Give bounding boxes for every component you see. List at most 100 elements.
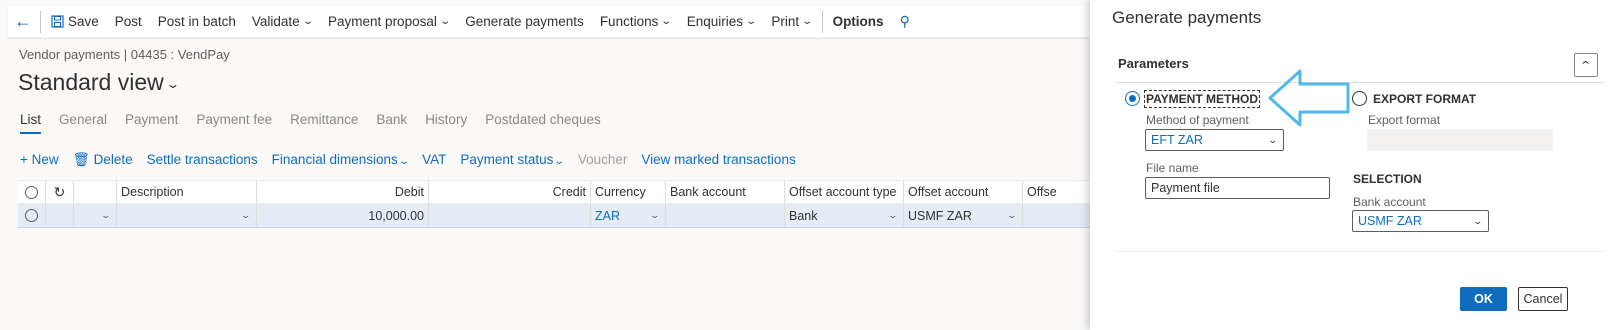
ok-button[interactable]: OK — [1460, 287, 1507, 311]
plus-icon: + — [20, 152, 28, 167]
tab-list[interactable]: List — [20, 112, 42, 134]
currency-value: ZAR — [595, 208, 620, 223]
cell-debit[interactable]: 10,000.00 — [257, 204, 429, 227]
cell-currency[interactable]: ZAR ⌄ — [591, 204, 666, 227]
row-select-checkbox[interactable] — [18, 204, 46, 227]
post-in-batch-button[interactable]: Post in batch — [150, 14, 244, 29]
tab-payment-fee[interactable]: Payment fee — [196, 112, 272, 134]
method-of-payment-dropdown[interactable]: EFT ZAR ⌄ — [1145, 129, 1284, 151]
view-selector[interactable]: Standard view ⌄ — [18, 69, 180, 96]
export-format-label[interactable]: EXPORT FORMAT — [1373, 92, 1476, 106]
circle-icon — [25, 209, 38, 222]
header-offset-account-type[interactable]: Offset account type — [785, 181, 904, 203]
cell-credit[interactable] — [429, 204, 591, 227]
chevron-down-icon: ⌄ — [398, 156, 410, 167]
header-debit[interactable]: Debit — [257, 181, 429, 203]
parameters-divider — [1115, 82, 1605, 83]
select-all-checkbox[interactable] — [18, 181, 46, 203]
file-name-label: File name — [1146, 161, 1199, 175]
file-name-value: Payment file — [1151, 181, 1220, 195]
cell-offset-account[interactable]: USMF ZAR ⌄ — [904, 204, 1023, 227]
export-format-field — [1367, 129, 1553, 151]
payment-status-label: Payment status — [460, 152, 554, 167]
chevron-down-icon: ⌄ — [439, 16, 451, 27]
financial-dimensions-menu[interactable]: Financial dimensions⌄ — [271, 152, 410, 168]
header-description[interactable]: Description — [117, 181, 257, 203]
header-blank — [74, 181, 117, 203]
tab-postdated-cheques[interactable]: Postdated cheques — [485, 112, 601, 134]
new-button[interactable]: + New — [20, 152, 59, 168]
print-label: Print — [771, 14, 800, 29]
payment-proposal-menu[interactable]: Payment proposal ⌄ — [320, 14, 457, 29]
chevron-down-icon: ⌄ — [649, 210, 661, 220]
header-offset-account[interactable]: Offset account — [904, 181, 1023, 203]
financial-dimensions-label: Financial dimensions — [271, 152, 398, 167]
view-marked-transactions-button[interactable]: View marked transactions — [641, 152, 795, 168]
chevron-down-icon: ⌄ — [660, 16, 673, 27]
row-dropdown-cell[interactable]: ⌄ — [74, 204, 117, 227]
payment-status-menu[interactable]: Payment status⌄ — [460, 152, 566, 168]
offset-account-type-value: Bank — [789, 208, 818, 223]
tab-strip: List General Payment Payment fee Remitta… — [20, 112, 601, 134]
breadcrumb[interactable]: Vendor payments | 04435 : VendPay — [19, 47, 230, 62]
arrow-left-icon[interactable]: ← — [8, 11, 38, 32]
tab-bank[interactable]: Bank — [376, 112, 407, 134]
chevron-down-icon: ⌄ — [553, 156, 566, 167]
validate-menu[interactable]: Validate ⌄ — [244, 14, 320, 29]
save-icon — [51, 15, 64, 28]
vat-button[interactable]: VAT — [422, 152, 446, 168]
tab-general[interactable]: General — [59, 112, 107, 134]
chevron-down-icon: ⌄ — [301, 16, 314, 27]
generate-payments-button[interactable]: Generate payments — [457, 14, 592, 29]
functions-menu[interactable]: Functions ⌄ — [592, 14, 679, 29]
post-button[interactable]: Post — [107, 14, 150, 29]
header-credit[interactable]: Credit — [429, 181, 591, 203]
validate-label: Validate — [251, 14, 300, 29]
delete-button[interactable]: 🗑 Delete — [73, 152, 133, 168]
header-offset-truncated[interactable]: Offse — [1023, 181, 1090, 203]
cell-bank-account[interactable] — [666, 204, 785, 227]
enquiries-menu[interactable]: Enquiries ⌄ — [679, 14, 764, 29]
trash-icon: 🗑 — [72, 152, 90, 167]
bank-account-value: USMF ZAR — [1358, 214, 1422, 228]
chevron-down-icon: ⌄ — [745, 16, 758, 27]
chevron-down-icon: ⌄ — [100, 210, 112, 220]
chevron-down-icon: ⌄ — [1472, 215, 1484, 226]
collapse-button[interactable]: ⌃ — [1574, 53, 1598, 77]
payment-method-label[interactable]: PAYMENT METHOD — [1143, 90, 1261, 108]
header-bank-account[interactable]: Bank account — [666, 181, 785, 203]
save-button[interactable]: Save — [43, 14, 107, 29]
toolbar-divider — [40, 10, 41, 33]
table-row[interactable]: ⌄ ⌄ 10,000.00 ZAR ⌄ Bank ⌄ USMF ZAR ⌄ — [18, 204, 1090, 228]
bank-account-dropdown[interactable]: USMF ZAR ⌄ — [1352, 210, 1489, 232]
tab-remittance[interactable]: Remittance — [290, 112, 358, 134]
cell-description[interactable]: ⌄ — [117, 204, 257, 227]
tab-history[interactable]: History — [425, 112, 467, 134]
refresh-icon[interactable]: ↻ — [46, 181, 74, 203]
export-format-radio[interactable] — [1352, 91, 1367, 106]
cell-offset-account-type[interactable]: Bank ⌄ — [785, 204, 904, 227]
main-app: ← Save Post Post in batch Validate ⌄ Paym… — [0, 0, 1090, 330]
toolbar-divider — [821, 10, 823, 33]
parameters-heading[interactable]: Parameters — [1118, 56, 1189, 71]
dialog-title: Generate payments — [1112, 8, 1262, 27]
cancel-button[interactable]: Cancel — [1518, 287, 1568, 311]
options-tab[interactable]: Options — [825, 14, 892, 29]
print-menu[interactable]: Print ⌄ — [763, 14, 819, 29]
row-indicator — [46, 204, 74, 227]
settle-transactions-button[interactable]: Settle transactions — [147, 152, 258, 168]
selection-heading: SELECTION — [1353, 172, 1422, 186]
offset-account-value: USMF ZAR — [908, 208, 972, 223]
search-icon[interactable]: ⚲ — [892, 13, 918, 30]
chevron-down-icon: ⌄ — [1006, 210, 1018, 220]
functions-label: Functions — [599, 14, 659, 29]
section-divider — [1115, 251, 1605, 252]
cell-offset-truncated[interactable] — [1023, 204, 1090, 227]
tab-payment[interactable]: Payment — [125, 112, 178, 134]
payment-method-radio[interactable] — [1125, 91, 1140, 106]
chevron-down-icon: ⌄ — [801, 16, 814, 27]
header-currency[interactable]: Currency — [591, 181, 666, 203]
payment-proposal-label: Payment proposal — [328, 14, 437, 29]
file-name-input[interactable]: Payment file — [1145, 177, 1330, 199]
chevron-down-icon: ⌄ — [240, 210, 252, 220]
